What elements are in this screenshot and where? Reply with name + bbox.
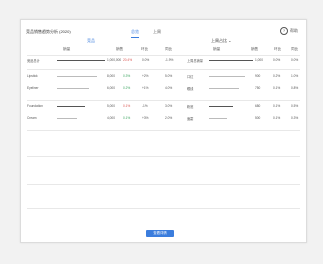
page-title: 竞品销售趋势分析 (2020) (26, 29, 71, 34)
header-r-sales: 销量 (213, 47, 221, 51)
bar (209, 117, 227, 119)
bar (57, 87, 89, 89)
table-row: Lipstick 8,000 0.3% +2% 5.0% 口红 900 0.2%… (27, 74, 299, 79)
bar (57, 75, 97, 77)
bar (57, 105, 85, 107)
table-row: Eyeliner 6,000 0.2% +1% 4.0% 眼线 750 0.1%… (27, 86, 299, 91)
divider (27, 208, 300, 209)
bar (57, 59, 105, 61)
header-r-yoy: 同比 (291, 47, 299, 51)
header-sales: 销量 (63, 47, 71, 51)
right-section-dropdown[interactable]: 上周占比 ⌄ (211, 38, 231, 44)
help-link[interactable]: ? 帮助 (280, 27, 298, 35)
chart-card: 竞品销售趋势分析 (2020) ? 帮助 总览 上周 竞品 上周占比 ⌄ 销量 … (20, 19, 307, 243)
help-label: 帮助 (290, 28, 298, 33)
divider (27, 130, 300, 131)
chevron-down-icon: ⌄ (228, 38, 232, 43)
table-row: Cream 4,000 0.1% +3% 2.0% 面霜 500 0.1% 0.… (27, 116, 299, 121)
divider (27, 100, 300, 101)
divider (27, 156, 300, 157)
table-row: Foundation 5,000 0.1% -1% 3.0% 粉底 680 0.… (27, 104, 299, 109)
bar (209, 105, 233, 107)
tab-bar: 总览 上周 (131, 29, 161, 38)
bar (209, 87, 239, 89)
left-section-title: 竞品 (87, 38, 95, 43)
bar (57, 117, 77, 119)
divider (27, 55, 300, 56)
view-details-button[interactable]: 查看详情 (146, 230, 174, 237)
header-mom: 环比 (141, 47, 149, 51)
header-revenue: 销售 (116, 47, 124, 51)
header-r-mom: 环比 (274, 47, 282, 51)
tab-overview[interactable]: 总览 (131, 29, 139, 38)
header-yoy: 同比 (165, 47, 173, 51)
bar (209, 75, 245, 77)
header-r-revenue: 销售 (251, 47, 259, 51)
table-row: 竞品总计 1,000,000 20.4% 0.0% -1.9% 上周总销量 1,… (27, 58, 299, 63)
tab-last-week[interactable]: 上周 (153, 29, 161, 38)
help-icon: ? (280, 27, 288, 35)
divider (27, 184, 300, 185)
bar (209, 59, 253, 61)
divider (27, 69, 300, 70)
